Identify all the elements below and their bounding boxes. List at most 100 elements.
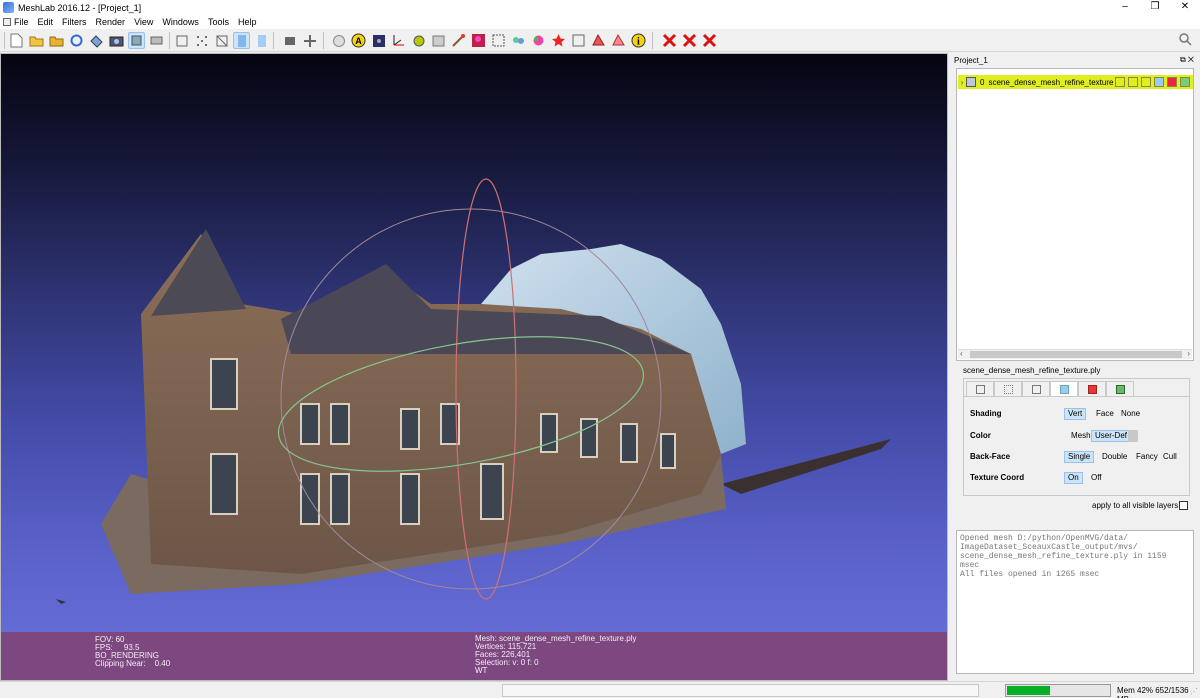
delete-faces-icon[interactable] — [681, 32, 698, 49]
delete-vertices-icon[interactable] — [701, 32, 718, 49]
texcoord-on-option[interactable]: On — [1064, 472, 1083, 484]
flat-toggle-icon[interactable] — [1154, 77, 1164, 87]
raster-image-icon[interactable] — [470, 32, 487, 49]
apply-all-checkbox[interactable] — [1179, 501, 1188, 510]
bbox-toggle-icon[interactable] — [1115, 77, 1125, 87]
shading-face-option[interactable]: Face — [1093, 408, 1117, 420]
svg-text:i: i — [637, 37, 640, 48]
backface-single-option[interactable]: Single — [1064, 451, 1095, 463]
open-project-icon[interactable] — [28, 32, 45, 49]
maximize-button[interactable]: ❐ — [1140, 0, 1170, 15]
menu-tools[interactable]: Tools — [208, 17, 229, 27]
tab-texture[interactable] — [1078, 381, 1106, 396]
minimize-button[interactable]: – — [1110, 0, 1140, 15]
wt-text: WT — [475, 666, 488, 675]
mesh-render — [56, 178, 891, 604]
wire-toggle-icon[interactable] — [1141, 77, 1151, 87]
color-toggle-icon[interactable] — [1180, 77, 1190, 87]
delete-selection-icon[interactable] — [661, 32, 678, 49]
reload-icon[interactable] — [68, 32, 85, 49]
points-render-icon[interactable] — [193, 32, 210, 49]
color-swatch[interactable] — [1128, 430, 1138, 442]
texcoord-off-option[interactable]: Off — [1088, 472, 1105, 484]
menu-view[interactable]: View — [134, 17, 153, 27]
info-icon[interactable]: i — [630, 32, 647, 49]
menu-filters[interactable]: Filters — [62, 17, 87, 27]
window-title: MeshLab 2016.12 - [Project_1] — [18, 2, 142, 13]
document-icon[interactable] — [3, 18, 11, 26]
color-paint-icon[interactable] — [530, 32, 547, 49]
apply-all-label: apply to all visible layers — [1092, 501, 1179, 510]
measure-icon[interactable] — [570, 32, 587, 49]
flat-render-icon[interactable] — [233, 32, 250, 49]
layers-icon[interactable] — [128, 32, 145, 49]
pick-points-icon[interactable] — [490, 32, 507, 49]
color-mesh-option[interactable]: Mesh — [1068, 430, 1094, 442]
align-icon[interactable] — [510, 32, 527, 49]
3d-viewport[interactable]: FOV: 60 FPS: 93.5 BO_RENDERING Clipping … — [0, 53, 948, 681]
layer-name[interactable]: scene_dense_mesh_refine_texture — [988, 78, 1113, 87]
menu-help[interactable]: Help — [238, 17, 257, 27]
castle-roof-left — [151, 229, 246, 316]
menu-edit[interactable]: Edit — [38, 17, 54, 27]
layer-list[interactable]: › 0 scene_dense_mesh_refine_texture ‹ › — [956, 68, 1194, 361]
smooth-render-icon[interactable] — [253, 32, 270, 49]
show-axis-icon[interactable] — [390, 32, 407, 49]
color-userdef-option[interactable]: User-Def — [1091, 430, 1132, 442]
tab-bbox[interactable] — [966, 381, 994, 396]
menu-windows[interactable]: Windows — [162, 17, 199, 27]
raster-layers-icon[interactable] — [148, 32, 165, 49]
expand-arrow-icon[interactable]: › — [958, 78, 966, 87]
visibility-icon[interactable] — [966, 77, 976, 87]
select-vertices-icon[interactable] — [610, 32, 627, 49]
tab-wire[interactable] — [1022, 381, 1050, 396]
menu-render[interactable]: Render — [96, 17, 126, 27]
backface-label: Back-Face — [970, 452, 1011, 461]
color-row: Color Mesh User-Def — [970, 429, 1185, 443]
resize-grip-icon[interactable]: ⋰ — [1190, 687, 1198, 696]
trackball-icon[interactable] — [330, 32, 347, 49]
points-toggle-icon[interactable] — [1128, 77, 1138, 87]
import-mesh-icon[interactable] — [48, 32, 65, 49]
title-bar: MeshLab 2016.12 - [Project_1] – ❐ ✕ — [0, 0, 1200, 15]
log-output[interactable]: Opened mesh D:/python/OpenMVG/data/ Imag… — [956, 530, 1194, 674]
texcoord-row: Texture Coord On Off — [970, 471, 1185, 485]
texture-icon[interactable] — [410, 32, 427, 49]
close-button[interactable]: ✕ — [1170, 0, 1200, 15]
tab-points[interactable] — [994, 381, 1022, 396]
new-project-icon[interactable] — [8, 32, 25, 49]
backface-fancy-option[interactable]: Fancy — [1133, 451, 1161, 463]
layer-hscrollbar[interactable]: ‹ › — [958, 349, 1192, 359]
mesh-strip — [721, 439, 891, 494]
dock-buttons[interactable]: ⧉ ✕ — [1180, 55, 1194, 65]
shading-none-option[interactable]: None — [1118, 408, 1143, 420]
tab-color[interactable] — [1106, 381, 1134, 396]
scroll-thumb[interactable] — [970, 351, 1182, 358]
select-faces-icon[interactable] — [590, 32, 607, 49]
show-labels-icon[interactable]: A — [350, 32, 367, 49]
camera-icon[interactable] — [108, 32, 125, 49]
double-side-lighting-icon[interactable] — [301, 32, 318, 49]
mesh-fragment — [56, 599, 66, 604]
memory-progress-bar — [1005, 684, 1111, 697]
shading-vert-option[interactable]: Vert — [1064, 408, 1087, 420]
texture-toggle-icon[interactable] — [1167, 77, 1177, 87]
search-icon[interactable] — [1179, 33, 1192, 46]
memory-progress-fill — [1007, 686, 1050, 695]
color-tab-icon — [1115, 384, 1125, 394]
texture-tab-icon — [1087, 384, 1097, 394]
wireframe-render-icon[interactable] — [213, 32, 230, 49]
bbox-render-icon[interactable] — [173, 32, 190, 49]
scroll-right-icon[interactable]: › — [1187, 349, 1190, 358]
save-snapshot-icon[interactable] — [88, 32, 105, 49]
georef-icon[interactable] — [550, 32, 567, 49]
scroll-left-icon[interactable]: ‹ — [960, 349, 963, 358]
quality-histogram-icon[interactable] — [430, 32, 447, 49]
paint-icon[interactable] — [450, 32, 467, 49]
background-icon[interactable] — [370, 32, 387, 49]
lighting-icon[interactable] — [281, 32, 298, 49]
tab-solid[interactable] — [1050, 381, 1078, 396]
layer-row[interactable]: › 0 scene_dense_mesh_refine_texture — [958, 75, 1193, 89]
backface-cull-option[interactable]: Cull — [1160, 451, 1180, 463]
backface-double-option[interactable]: Double — [1099, 451, 1130, 463]
